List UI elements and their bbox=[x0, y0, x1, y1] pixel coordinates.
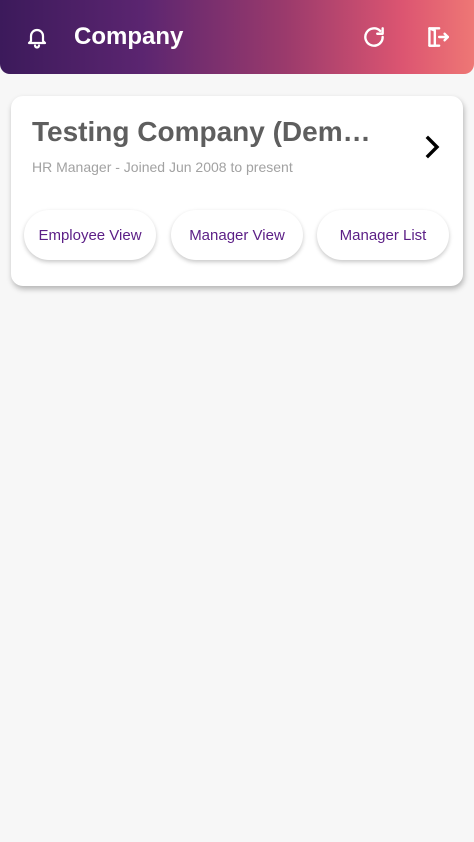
role-and-tenure: HR Manager - Joined Jun 2008 to present bbox=[32, 159, 293, 175]
refresh-icon bbox=[364, 27, 384, 47]
manager-view-button[interactable]: Manager View bbox=[171, 210, 303, 260]
page-title: Company bbox=[74, 23, 184, 50]
company-card[interactable]: Testing Company (Dem… HR Manager - Joine… bbox=[11, 96, 463, 286]
refresh-button[interactable] bbox=[359, 22, 389, 52]
bell-icon bbox=[27, 28, 47, 49]
app-header: Company bbox=[0, 0, 474, 74]
manager-list-button[interactable]: Manager List bbox=[317, 210, 449, 260]
employee-view-button[interactable]: Employee View bbox=[24, 210, 156, 260]
chevron-right-icon[interactable] bbox=[421, 134, 445, 160]
logout-button[interactable] bbox=[422, 22, 452, 52]
notifications-button[interactable] bbox=[22, 22, 52, 52]
logout-icon bbox=[428, 27, 450, 47]
company-name: Testing Company (Dem… bbox=[32, 116, 371, 147]
